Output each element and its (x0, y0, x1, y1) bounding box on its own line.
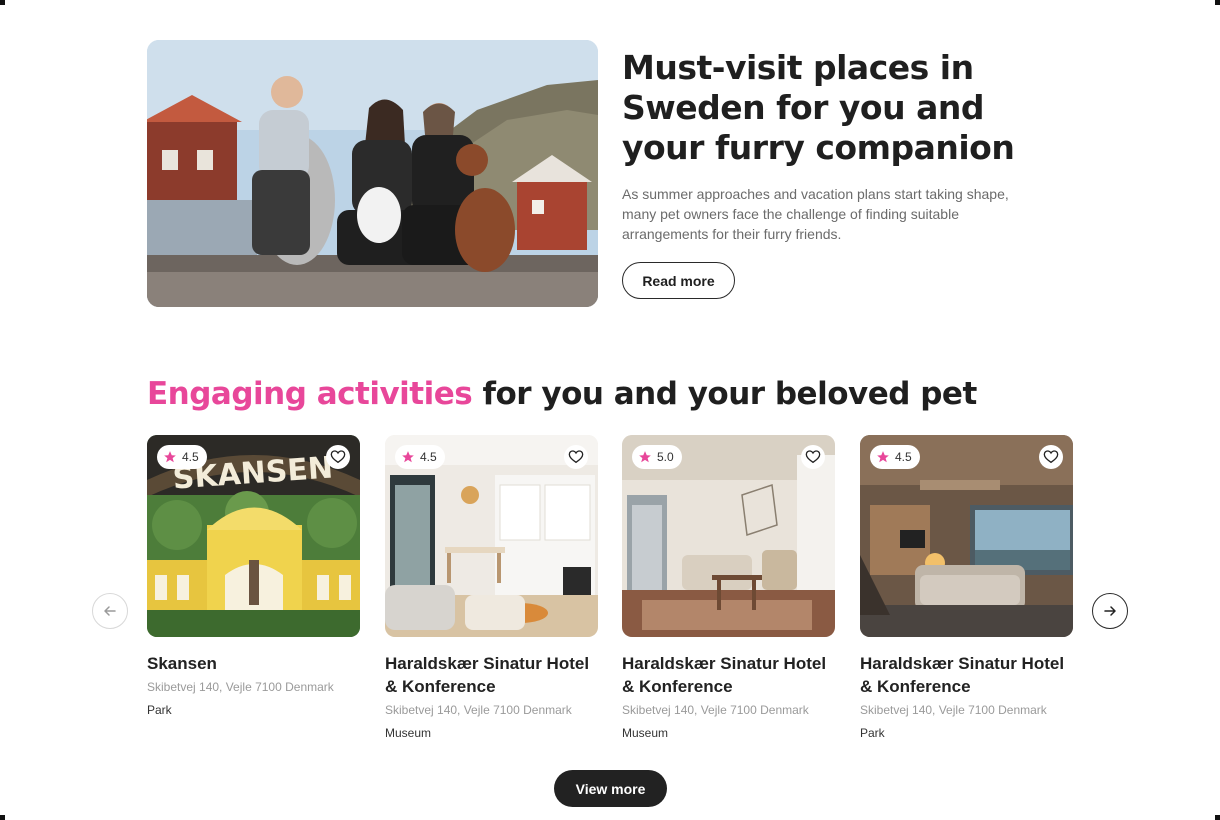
card-title[interactable]: Skansen (147, 652, 360, 675)
card-address: Skibetvej 140, Vejle 7100 Denmark (860, 703, 1047, 717)
card-address: Skibetvej 140, Vejle 7100 Denmark (385, 703, 572, 717)
rating-value: 4.5 (182, 450, 199, 464)
crop-mark (1215, 815, 1220, 820)
crop-mark (1215, 0, 1220, 5)
card-category: Park (147, 703, 172, 717)
activity-card: 4.5 Haraldskær Sinatur Hotel & Konferenc… (860, 435, 1073, 741)
card-image[interactable]: 4.5 (860, 435, 1073, 637)
carousel-next-button[interactable] (1092, 593, 1128, 629)
activity-card: SKANSEN 4.5 Skansen Skibetvej 140, Vejle… (147, 435, 360, 718)
card-address: Skibetvej 140, Vejle 7100 Denmark (147, 680, 334, 694)
crop-mark (0, 815, 5, 820)
activity-card: 5.0 Haraldskær Sinatur Hotel & Konferenc… (622, 435, 835, 741)
activity-card: 4.5 Haraldskær Sinatur Hotel & Konferenc… (385, 435, 598, 741)
rating-value: 4.5 (895, 450, 912, 464)
rating-badge: 4.5 (395, 445, 445, 469)
rating-value: 5.0 (657, 450, 674, 464)
arrow-right-icon (1104, 606, 1116, 616)
section-title: Engaging activities for you and your bel… (147, 374, 977, 414)
card-title[interactable]: Haraldskær Sinatur Hotel & Konference (385, 652, 598, 698)
hero-text: Must-visit places in Sweden for you and … (622, 48, 1072, 244)
carousel-prev-button[interactable] (92, 593, 128, 629)
card-category: Museum (385, 726, 432, 740)
star-icon (877, 451, 889, 463)
card-image[interactable]: SKANSEN 4.5 (147, 435, 360, 637)
section-title-rest: for you and your beloved pet (472, 376, 978, 412)
rating-badge: 4.5 (870, 445, 920, 469)
crop-mark (0, 0, 5, 5)
arrow-left-icon (104, 606, 116, 616)
favorite-button[interactable] (1039, 445, 1063, 469)
read-more-button[interactable]: Read more (622, 262, 735, 299)
card-category: Museum (622, 726, 669, 740)
heart-icon (1043, 450, 1059, 464)
hero-title: Must-visit places in Sweden for you and … (622, 48, 1015, 167)
card-image[interactable]: 5.0 (622, 435, 835, 637)
heart-icon (805, 450, 821, 464)
card-title[interactable]: Haraldskær Sinatur Hotel & Konference (622, 652, 835, 698)
favorite-button[interactable] (564, 445, 588, 469)
heart-icon (330, 450, 346, 464)
star-icon (639, 451, 651, 463)
page: Must-visit places in Sweden for you and … (0, 0, 1220, 820)
star-icon (164, 451, 176, 463)
rating-badge: 4.5 (157, 445, 207, 469)
rating-value: 4.5 (420, 450, 437, 464)
star-icon (402, 451, 414, 463)
hero-description: As summer approaches and vacation plans … (622, 186, 1009, 242)
favorite-button[interactable] (326, 445, 350, 469)
card-image[interactable]: 4.5 (385, 435, 598, 637)
rating-badge: 5.0 (632, 445, 682, 469)
favorite-button[interactable] (801, 445, 825, 469)
hero-photo (147, 40, 598, 307)
view-more-button[interactable]: View more (554, 770, 667, 807)
card-title[interactable]: Haraldskær Sinatur Hotel & Konference (860, 652, 1073, 698)
card-category: Park (860, 726, 885, 740)
heart-icon (568, 450, 584, 464)
section-title-accent: Engaging activities (147, 376, 473, 412)
card-address: Skibetvej 140, Vejle 7100 Denmark (622, 703, 809, 717)
